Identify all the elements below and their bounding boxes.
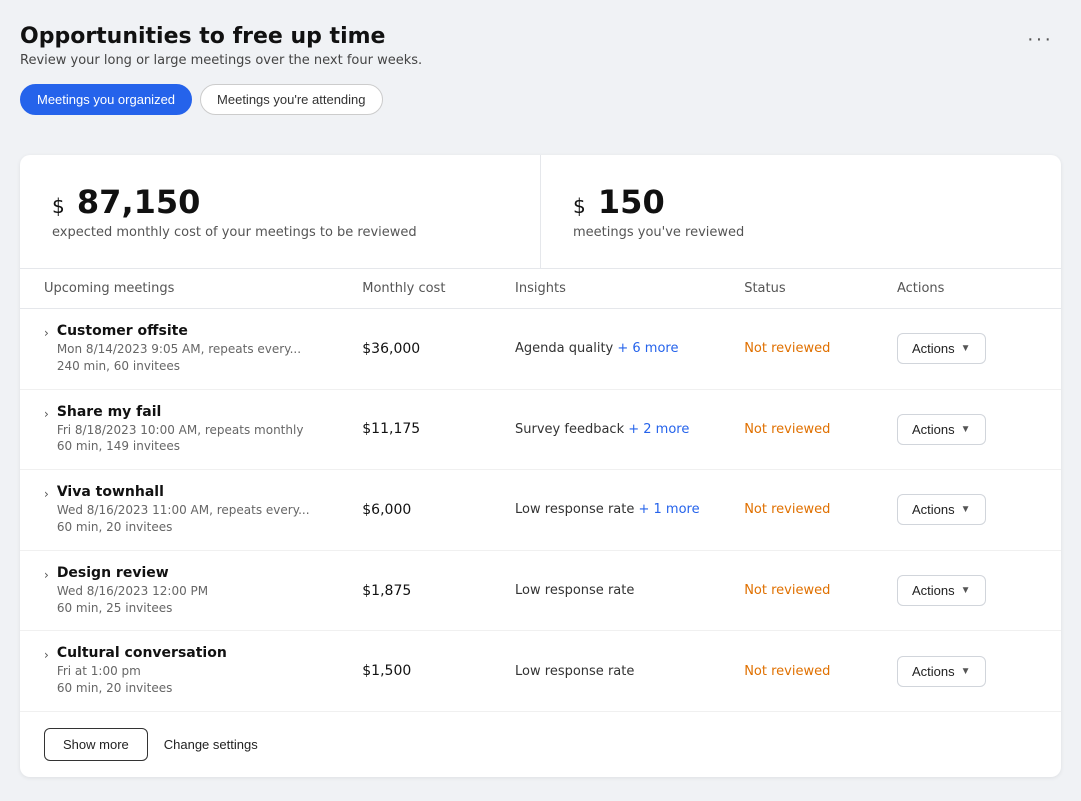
col-status: Status	[744, 281, 897, 296]
meeting-meta: Fri at 1:00 pm60 min, 20 invitees	[57, 663, 227, 697]
table-row: › Customer offsite Mon 8/14/2023 9:05 AM…	[20, 309, 1061, 390]
insights-more[interactable]: + 2 more	[628, 422, 689, 437]
meeting-info: Share my fail Fri 8/18/2023 10:00 AM, re…	[57, 404, 304, 456]
meeting-name: Cultural conversation	[57, 645, 227, 661]
chevron-down-icon: ▼	[961, 666, 971, 677]
actions-cell: Actions ▼	[897, 575, 1037, 606]
page-subtitle: Review your long or large meetings over …	[20, 53, 422, 68]
monthly-cost: $1,500	[362, 663, 515, 679]
actions-label: Actions	[912, 502, 955, 517]
table-header: Upcoming meetings Monthly cost Insights …	[20, 269, 1061, 309]
status-badge: Not reviewed	[744, 664, 897, 679]
monthly-cost: $6,000	[362, 502, 515, 518]
tab-attending[interactable]: Meetings you're attending	[200, 84, 382, 115]
change-settings-button[interactable]: Change settings	[164, 737, 258, 752]
chevron-right-icon[interactable]: ›	[44, 487, 49, 501]
meeting-name-cell: › Cultural conversation Fri at 1:00 pm60…	[44, 645, 362, 697]
more-options-button[interactable]: ···	[1019, 24, 1061, 55]
insights-cell: Agenda quality + 6 more	[515, 341, 744, 356]
stat-reviewed-label: meetings you've reviewed	[573, 225, 1029, 240]
chevron-right-icon[interactable]: ›	[44, 326, 49, 340]
meeting-meta: Wed 8/16/2023 12:00 PM60 min, 25 invitee…	[57, 583, 208, 617]
chevron-down-icon: ▼	[961, 585, 971, 596]
meeting-name: Share my fail	[57, 404, 304, 420]
meeting-info: Customer offsite Mon 8/14/2023 9:05 AM, …	[57, 323, 301, 375]
stat-cost-number: 87,150	[77, 183, 200, 221]
status-badge: Not reviewed	[744, 502, 897, 517]
meeting-name-cell: › Design review Wed 8/16/2023 12:00 PM60…	[44, 565, 362, 617]
actions-cell: Actions ▼	[897, 414, 1037, 445]
table-body: › Customer offsite Mon 8/14/2023 9:05 AM…	[20, 309, 1061, 711]
meeting-info: Design review Wed 8/16/2023 12:00 PM60 m…	[57, 565, 208, 617]
meeting-name: Customer offsite	[57, 323, 301, 339]
status-badge: Not reviewed	[744, 583, 897, 598]
tab-organized[interactable]: Meetings you organized	[20, 84, 192, 115]
meeting-meta: Fri 8/18/2023 10:00 AM, repeats monthly6…	[57, 422, 304, 456]
chevron-right-icon[interactable]: ›	[44, 648, 49, 662]
actions-button[interactable]: Actions ▼	[897, 656, 986, 687]
tab-row: Meetings you organized Meetings you're a…	[20, 84, 422, 115]
page-title: Opportunities to free up time	[20, 24, 422, 49]
actions-button[interactable]: Actions ▼	[897, 494, 986, 525]
actions-button[interactable]: Actions ▼	[897, 575, 986, 606]
stat-cost-dollar: $	[52, 194, 65, 218]
actions-cell: Actions ▼	[897, 656, 1037, 687]
actions-cell: Actions ▼	[897, 333, 1037, 364]
insights-cell: Survey feedback + 2 more	[515, 422, 744, 437]
col-insights: Insights	[515, 281, 744, 296]
monthly-cost: $36,000	[362, 341, 515, 357]
actions-label: Actions	[912, 664, 955, 679]
insights-cell: Low response rate	[515, 664, 744, 679]
actions-label: Actions	[912, 422, 955, 437]
insights-more[interactable]: + 1 more	[638, 502, 699, 517]
meeting-meta: Mon 8/14/2023 9:05 AM, repeats every...2…	[57, 341, 301, 375]
table-row: › Share my fail Fri 8/18/2023 10:00 AM, …	[20, 390, 1061, 471]
monthly-cost: $11,175	[362, 421, 515, 437]
stat-reviewed-amount: $ 150	[573, 183, 1029, 221]
insights-cell: Low response rate + 1 more	[515, 502, 744, 517]
chevron-down-icon: ▼	[961, 504, 971, 515]
col-meetings: Upcoming meetings	[44, 281, 362, 296]
meeting-meta: Wed 8/16/2023 11:00 AM, repeats every...…	[57, 502, 310, 536]
chevron-down-icon: ▼	[961, 343, 971, 354]
insights-more[interactable]: + 6 more	[617, 341, 678, 356]
col-cost: Monthly cost	[362, 281, 515, 296]
stats-row: $ 87,150 expected monthly cost of your m…	[20, 155, 1061, 269]
stat-reviewed: $ 150 meetings you've reviewed	[541, 155, 1061, 268]
stat-cost: $ 87,150 expected monthly cost of your m…	[20, 155, 541, 268]
insights-cell: Low response rate	[515, 583, 744, 598]
monthly-cost: $1,875	[362, 583, 515, 599]
actions-label: Actions	[912, 341, 955, 356]
table-row: › Design review Wed 8/16/2023 12:00 PM60…	[20, 551, 1061, 632]
chevron-right-icon[interactable]: ›	[44, 407, 49, 421]
stat-cost-amount: $ 87,150	[52, 183, 508, 221]
chevron-down-icon: ▼	[961, 424, 971, 435]
show-more-button[interactable]: Show more	[44, 728, 148, 761]
status-badge: Not reviewed	[744, 341, 897, 356]
meeting-name-cell: › Viva townhall Wed 8/16/2023 11:00 AM, …	[44, 484, 362, 536]
main-card: $ 87,150 expected monthly cost of your m…	[20, 155, 1061, 777]
actions-cell: Actions ▼	[897, 494, 1037, 525]
status-badge: Not reviewed	[744, 422, 897, 437]
meeting-name-cell: › Customer offsite Mon 8/14/2023 9:05 AM…	[44, 323, 362, 375]
stat-reviewed-dollar: $	[573, 194, 586, 218]
meeting-name: Viva townhall	[57, 484, 310, 500]
table-row: › Viva townhall Wed 8/16/2023 11:00 AM, …	[20, 470, 1061, 551]
footer-row: Show more Change settings	[20, 711, 1061, 777]
meeting-name-cell: › Share my fail Fri 8/18/2023 10:00 AM, …	[44, 404, 362, 456]
meeting-info: Cultural conversation Fri at 1:00 pm60 m…	[57, 645, 227, 697]
actions-label: Actions	[912, 583, 955, 598]
stat-cost-label: expected monthly cost of your meetings t…	[52, 225, 508, 240]
table-row: › Cultural conversation Fri at 1:00 pm60…	[20, 631, 1061, 711]
meeting-name: Design review	[57, 565, 208, 581]
meeting-info: Viva townhall Wed 8/16/2023 11:00 AM, re…	[57, 484, 310, 536]
actions-button[interactable]: Actions ▼	[897, 414, 986, 445]
actions-button[interactable]: Actions ▼	[897, 333, 986, 364]
col-actions: Actions	[897, 281, 1037, 296]
stat-reviewed-number: 150	[598, 183, 665, 221]
chevron-right-icon[interactable]: ›	[44, 568, 49, 582]
